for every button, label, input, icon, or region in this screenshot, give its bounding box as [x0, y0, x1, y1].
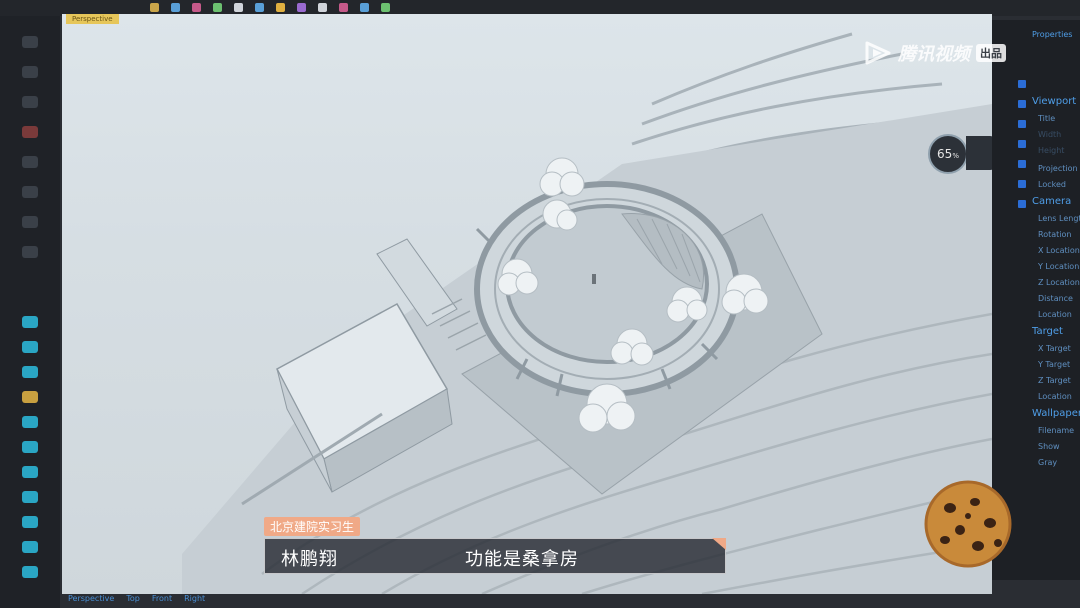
prop-width[interactable]: Width: [1038, 130, 1061, 139]
gauge-unit: %: [952, 152, 959, 160]
prop-height[interactable]: Height: [1038, 146, 1064, 155]
tool-icon[interactable]: [150, 3, 159, 12]
subtitle-bar: 林鹏翔 功能是桑拿房: [264, 538, 726, 574]
tool-icon[interactable]: [318, 3, 327, 12]
prop-z-location[interactable]: Z Location: [1038, 278, 1080, 287]
tool-icon[interactable]: [22, 126, 38, 138]
watermark-brand: 腾讯视频: [898, 44, 970, 65]
prop-rotation[interactable]: Rotation: [1038, 230, 1071, 239]
top-toolbar-icons: [150, 0, 390, 14]
viewport-bottom-tabs: Perspective Top Front Right: [62, 594, 205, 608]
tool-icon[interactable]: [22, 391, 38, 403]
site-model-render: [182, 32, 992, 594]
tool-icon[interactable]: [22, 491, 38, 503]
perspective-viewport[interactable]: Perspective: [62, 14, 992, 594]
prop-locked[interactable]: Locked: [1038, 180, 1066, 189]
tool-icon[interactable]: [360, 3, 369, 12]
tool-icon[interactable]: [255, 3, 264, 12]
tab-right[interactable]: Right: [184, 594, 205, 608]
prop-y-location[interactable]: Y Location: [1038, 262, 1079, 271]
section-header-target: Target: [1032, 326, 1063, 337]
cookie-sticker-icon: [924, 480, 1012, 568]
section-header-wallpaper: Wallpaper: [1032, 408, 1080, 419]
tool-icon[interactable]: [22, 416, 38, 428]
prop-gray[interactable]: Gray: [1038, 458, 1057, 467]
caption-subtitle-text: 功能是桑拿房: [465, 549, 579, 570]
prop-filename[interactable]: Filename: [1038, 426, 1074, 435]
prop-projection[interactable]: Projection: [1038, 164, 1078, 173]
checkbox[interactable]: [1018, 100, 1026, 108]
prop-x-location[interactable]: X Location: [1038, 246, 1080, 255]
navigation-gauge[interactable]: 65%: [928, 134, 968, 174]
prop-distance[interactable]: Distance: [1038, 294, 1073, 303]
prop-lens-length[interactable]: Lens Length: [1038, 214, 1080, 223]
tool-icon[interactable]: [22, 216, 38, 228]
tool-icon[interactable]: [22, 341, 38, 353]
tool-icon[interactable]: [213, 3, 222, 12]
tool-icon[interactable]: [22, 246, 38, 258]
tool-icon[interactable]: [22, 156, 38, 168]
tab-top[interactable]: Top: [126, 594, 140, 608]
checkbox[interactable]: [1018, 160, 1026, 168]
prop-title[interactable]: Title: [1038, 114, 1055, 123]
left-toolbar: [0, 16, 60, 608]
properties-title: Properties: [1032, 30, 1073, 39]
caption-role-tag: 北京建院实习生: [264, 517, 361, 536]
tool-icon[interactable]: [192, 3, 201, 12]
gauge-value: 65: [937, 147, 953, 161]
tab-front[interactable]: Front: [152, 594, 172, 608]
tool-icon[interactable]: [297, 3, 306, 12]
section-header-camera: Camera: [1032, 196, 1072, 207]
checkbox[interactable]: [1018, 200, 1026, 208]
tool-icon[interactable]: [22, 316, 38, 328]
tencent-video-watermark: 腾讯视频 出品: [864, 40, 1006, 66]
tool-icon[interactable]: [234, 3, 243, 12]
watermark-badge: 出品: [976, 44, 1006, 62]
prop-z-target[interactable]: Z Target: [1038, 376, 1071, 385]
tool-icon[interactable]: [22, 96, 38, 108]
tool-icon[interactable]: [339, 3, 348, 12]
checkbox[interactable]: [1018, 140, 1026, 148]
section-header-viewport: Viewport: [1032, 96, 1077, 107]
prop-y-target[interactable]: Y Target: [1038, 360, 1070, 369]
prop-location[interactable]: Location: [1038, 310, 1072, 319]
tool-icon[interactable]: [171, 3, 180, 12]
prop-x-target[interactable]: X Target: [1038, 344, 1071, 353]
tool-icon[interactable]: [22, 186, 38, 198]
checkbox[interactable]: [1018, 180, 1026, 188]
prop-show[interactable]: Show: [1038, 442, 1060, 451]
tool-icon[interactable]: [22, 66, 38, 78]
tencent-video-logo-icon: [865, 41, 891, 65]
prop-target-location[interactable]: Location: [1038, 392, 1072, 401]
tab-perspective[interactable]: Perspective: [68, 594, 114, 608]
caption-speaker-name: 林鹏翔: [281, 549, 338, 570]
tool-icon[interactable]: [22, 516, 38, 528]
tool-icon[interactable]: [22, 366, 38, 378]
viewport-tab-perspective[interactable]: Perspective: [66, 14, 119, 24]
tool-icon[interactable]: [22, 541, 38, 553]
tool-icon[interactable]: [22, 36, 38, 48]
tool-icon[interactable]: [276, 3, 285, 12]
checkbox[interactable]: [1018, 120, 1026, 128]
tool-icon[interactable]: [22, 466, 38, 478]
tool-icon[interactable]: [381, 3, 390, 12]
checkbox[interactable]: [1018, 80, 1026, 88]
tool-icon[interactable]: [22, 441, 38, 453]
tool-icon[interactable]: [22, 566, 38, 578]
